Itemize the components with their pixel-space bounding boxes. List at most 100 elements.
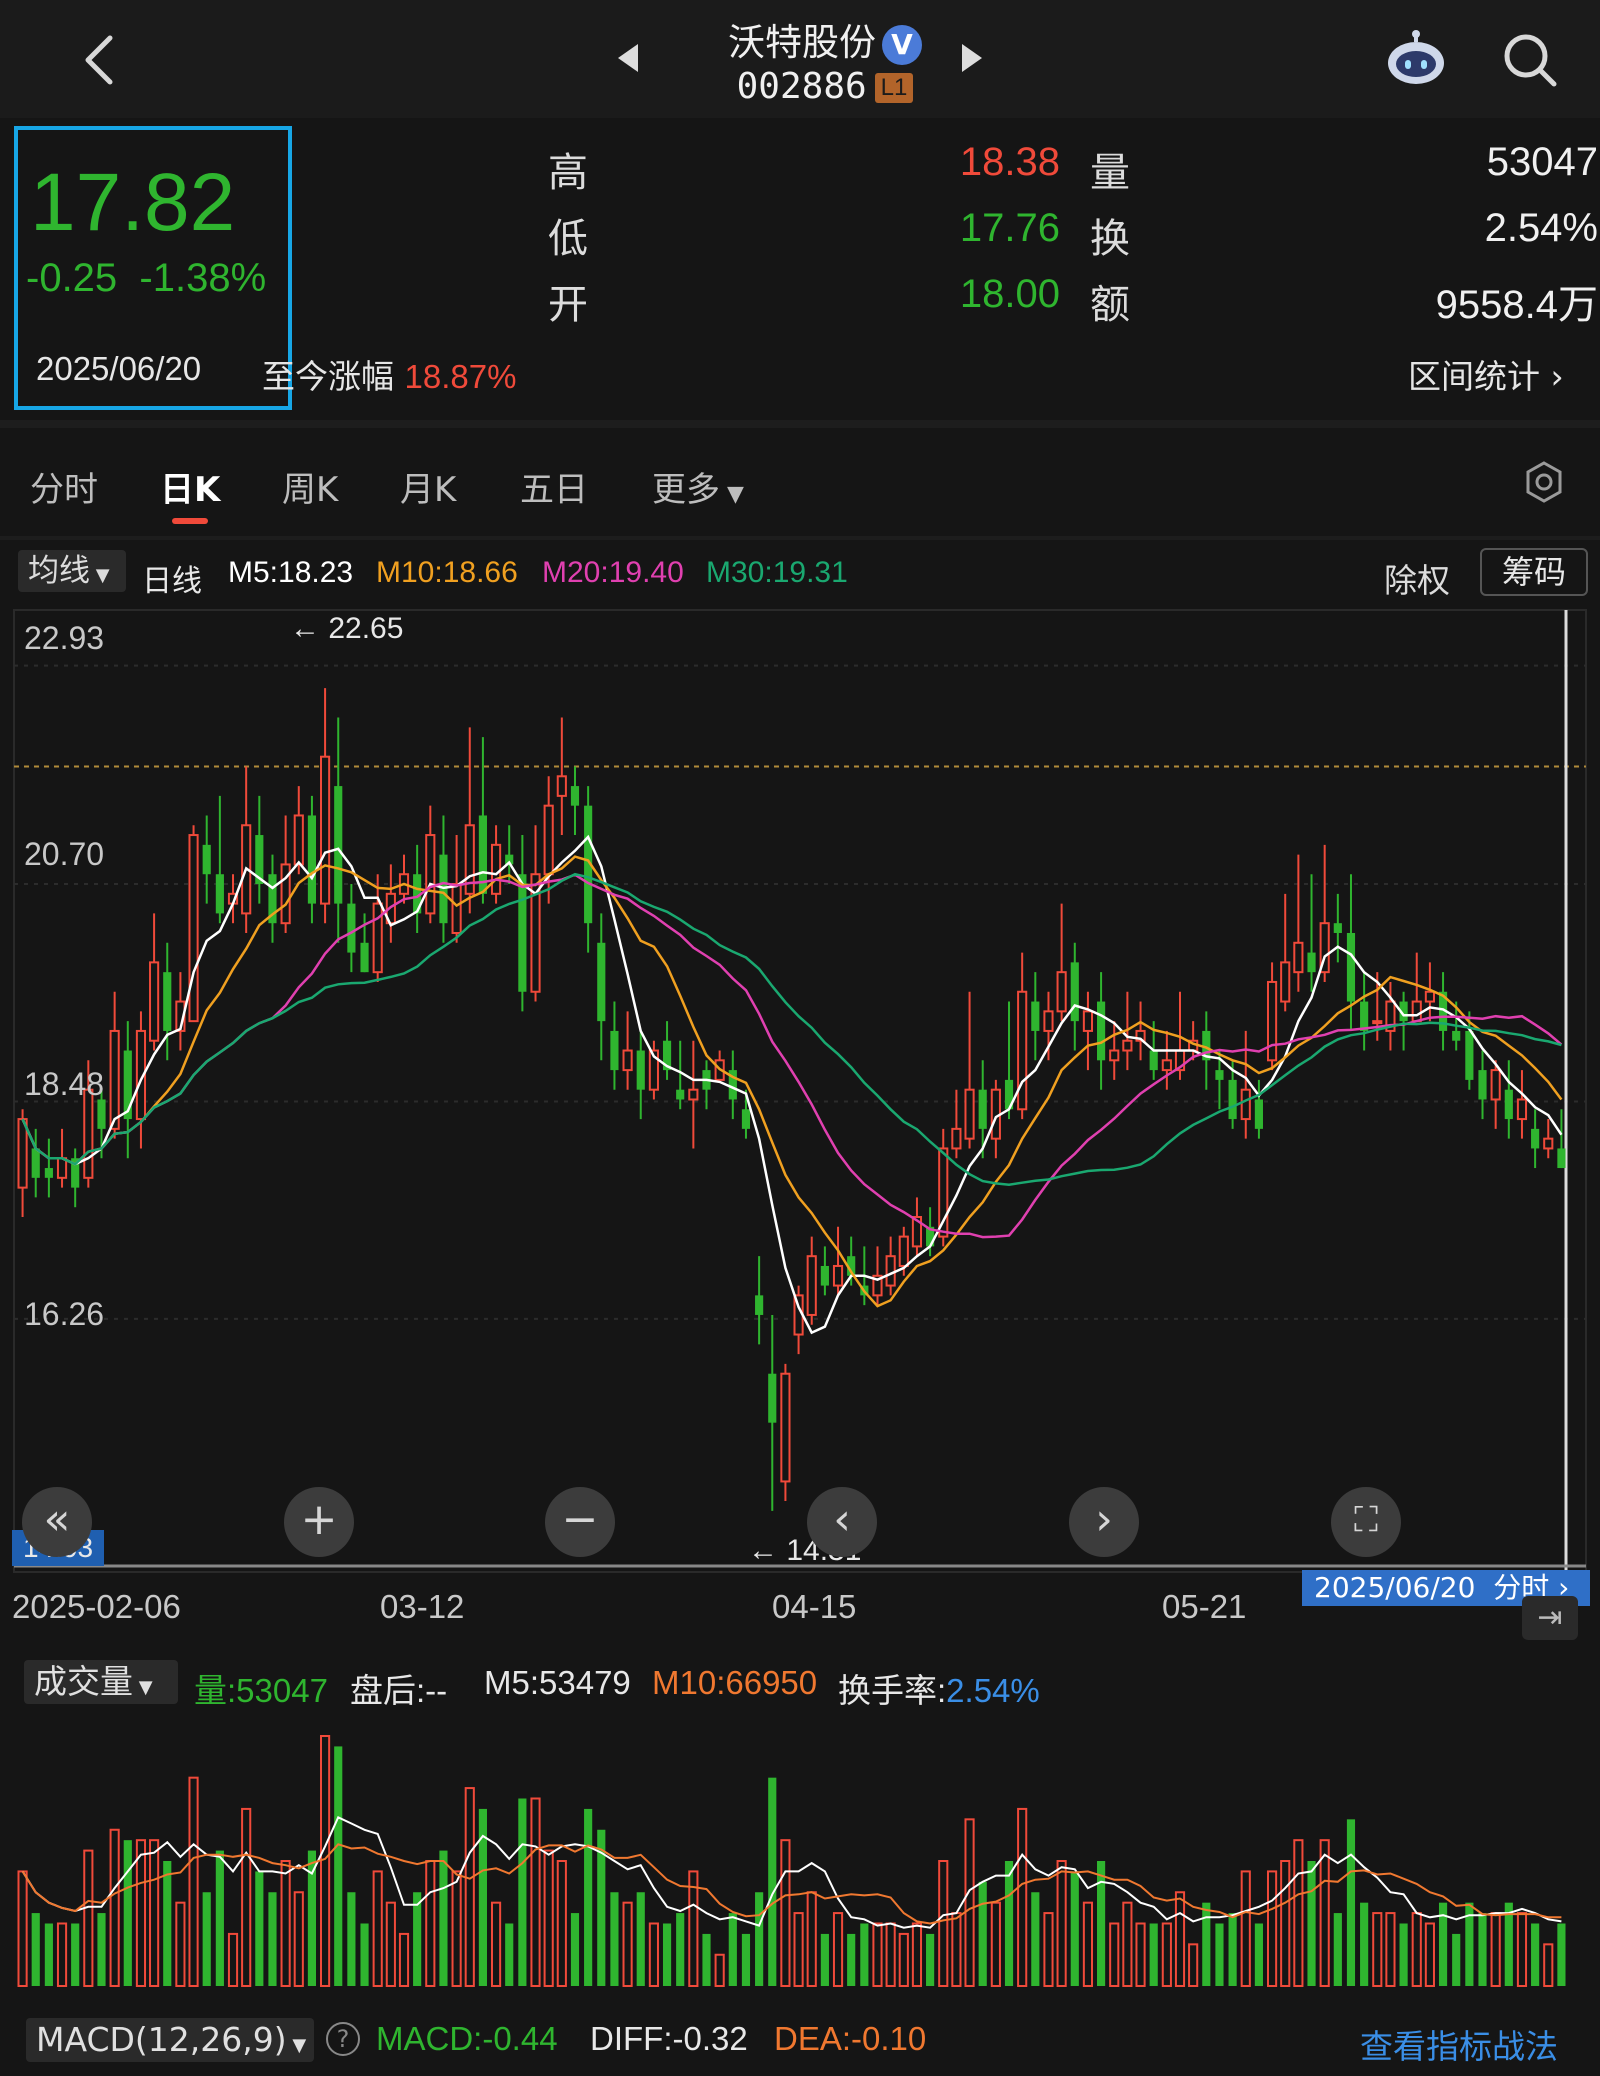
volume-bar [1372, 1912, 1383, 1987]
volume-bar [268, 1892, 277, 1986]
candle [478, 737, 487, 904]
volume-bar [847, 1933, 856, 1986]
candle-body [806, 1255, 817, 1316]
candle [1266, 962, 1278, 1071]
volume-bar [741, 1933, 751, 1986]
candle-body [1531, 1128, 1540, 1149]
candle-body [885, 1255, 896, 1287]
macd-selector[interactable]: MACD(12,26,9) ▼ [26, 2018, 314, 2062]
volume-bar [622, 1901, 633, 1988]
turnover-legend-value: 2.54% [946, 1672, 1040, 1709]
volume-bar [978, 1881, 987, 1986]
dropdown-icon: ▼ [90, 565, 110, 586]
tab-monthly-k[interactable]: 月K [400, 462, 456, 511]
volume-bar [1174, 1891, 1186, 1987]
candle-body [1266, 980, 1278, 1062]
candle [820, 1246, 829, 1296]
candle [1031, 972, 1040, 1061]
next-icon[interactable]: › [1069, 1487, 1139, 1557]
amount-label: 额 [1090, 282, 1130, 328]
help-icon[interactable]: ? [326, 2022, 360, 2056]
volume-bar [188, 1776, 199, 1987]
jump-to-end-icon[interactable]: ⇥ [1522, 1596, 1578, 1640]
y-tick-label: 20.70 [24, 836, 105, 872]
prev-stock-icon[interactable] [618, 44, 638, 72]
divider [0, 536, 1600, 540]
robot-assistant-icon[interactable] [1384, 30, 1448, 88]
back-icon[interactable] [70, 30, 130, 90]
tab-more[interactable]: 更多 ▼ [652, 462, 744, 511]
candle [885, 1236, 896, 1296]
candle [385, 864, 396, 943]
adjust-toggle[interactable]: 除权 [1384, 554, 1450, 602]
candle-body [334, 786, 343, 904]
since-gain: 至今涨幅 18.87% [262, 350, 516, 398]
fullscreen-icon[interactable]: ⛶ [1331, 1487, 1401, 1557]
indicator-selector[interactable]: 均线 ▼ [18, 550, 126, 592]
prev-icon[interactable]: ‹ [807, 1487, 877, 1557]
volume-bar [280, 1860, 291, 1987]
volume-bar [425, 1860, 436, 1987]
tab-intraday[interactable]: 分时 [30, 462, 98, 511]
volume-bar [1531, 1923, 1540, 1986]
volume-bar [1385, 1912, 1396, 1987]
search-icon[interactable] [1500, 30, 1560, 90]
ma20-line [21, 873, 1563, 1239]
candle [780, 1363, 791, 1502]
since-gain-label: 至今涨幅 [262, 357, 394, 396]
candle-body [490, 843, 502, 895]
candle-body [1254, 1099, 1263, 1129]
candle-body [1161, 1059, 1172, 1072]
candle [268, 854, 277, 943]
tab-five-day[interactable]: 五日 [520, 462, 588, 511]
candle [1557, 1109, 1566, 1169]
x-tick-label: 03-12 [380, 1588, 465, 1625]
candle-body [755, 1295, 764, 1315]
tab-daily-k[interactable]: 日K [160, 462, 220, 511]
tab-weekly-k[interactable]: 周K [282, 462, 338, 511]
candle-body [610, 1030, 619, 1071]
volume-ma-lines [21, 1815, 1562, 1929]
candle [1516, 1070, 1528, 1139]
chip-distribution-button[interactable]: 筹码 [1480, 548, 1588, 596]
verified-badge-icon: V [882, 24, 922, 65]
candle [1082, 991, 1094, 1071]
price-change: -0.25 -1.38% [26, 256, 266, 301]
volume-bar [1043, 1912, 1054, 1987]
volume-selector[interactable]: 成交量 ▼ [24, 1660, 178, 1704]
candle [832, 1226, 844, 1296]
candle [372, 874, 383, 982]
volume-bar [372, 1870, 383, 1988]
volume-bar [570, 1913, 580, 1986]
zoom-out-icon[interactable]: − [545, 1487, 615, 1557]
volume-bar [530, 1797, 541, 1987]
volume-bar [1490, 1912, 1501, 1987]
candle [1161, 1030, 1172, 1090]
candle-body [768, 1373, 777, 1423]
next-stock-icon[interactable] [962, 44, 982, 72]
volume-bar [505, 1923, 514, 1986]
stock-code-text: 002886 [736, 66, 867, 107]
candle [398, 854, 410, 904]
candle [215, 795, 224, 924]
candle-body [1424, 990, 1435, 1003]
kline-grid [13, 609, 1587, 1573]
rewind-icon[interactable]: « [22, 1487, 92, 1557]
volume-bar [1161, 1922, 1172, 1987]
interval-stats-link[interactable]: 区间统计 › [1408, 350, 1564, 398]
candle-body [898, 1235, 909, 1267]
candle-body [1097, 1001, 1106, 1061]
stock-title: 沃特股份 [728, 21, 876, 64]
macd-selector-label: MACD(12,26,9) [36, 2020, 287, 2059]
volume-bar [1056, 1860, 1067, 1987]
zoom-in-icon[interactable]: + [284, 1487, 354, 1557]
candle [202, 815, 211, 904]
candle-body [570, 786, 580, 806]
volume-bar [17, 1870, 28, 1988]
candle [584, 786, 593, 953]
indicator-strategy-link[interactable]: 查看指标战法 [1360, 2020, 1558, 2068]
volume-bar [31, 1913, 40, 1986]
candle [556, 717, 567, 836]
volume-bar [1452, 1933, 1461, 1986]
settings-icon[interactable] [1522, 460, 1566, 504]
